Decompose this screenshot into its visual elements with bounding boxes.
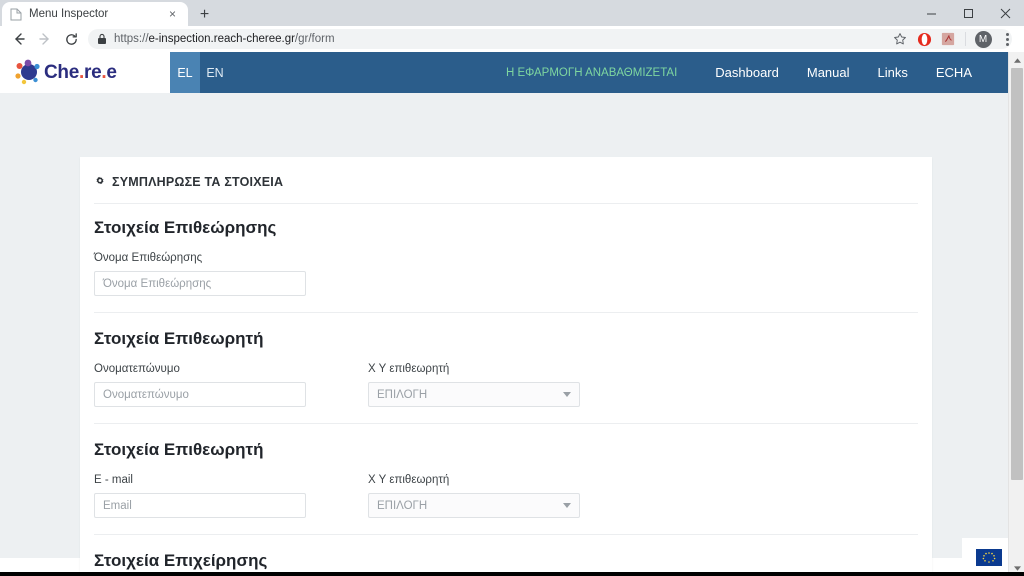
toolbar-actions: M bbox=[889, 26, 1018, 52]
url-path: /gr/form bbox=[294, 33, 335, 45]
field-inspection-name: Όνομα Επιθεώρησης Όνομα Επιθεώρησης bbox=[94, 252, 306, 296]
form-card: ΣΥΜΠΛΗΡΩΣΕ ΤΑ ΣΤΟΙΧΕΙΑ Στοιχεία Επιθεώρη… bbox=[80, 157, 932, 576]
section-title: Στοιχεία Επιθεώρησης bbox=[94, 218, 277, 237]
form-card-title: ΣΥΜΠΛΗΡΩΣΕ ΤΑ ΣΤΟΙΧΕΙΑ bbox=[112, 175, 284, 189]
lang-tab-el[interactable]: EL bbox=[170, 52, 200, 93]
lock-icon bbox=[97, 33, 107, 45]
window-bottom-edge bbox=[0, 572, 1024, 576]
avatar[interactable]: M bbox=[972, 28, 994, 50]
section-title: Στοιχεία Επιθεωρητή bbox=[94, 329, 264, 348]
inspection-name-input[interactable]: Όνομα Επιθεώρησης bbox=[94, 271, 306, 296]
section-inspector-1: Στοιχεία Επιθεωρητή Ονοματεπώνυμο Ονοματ… bbox=[94, 329, 918, 407]
browser-toolbar: https://e-inspection.reach-cheree.gr/gr/… bbox=[0, 26, 1024, 52]
gear-icon bbox=[94, 176, 106, 188]
section-title: Στοιχεία Επιθεωρητή bbox=[94, 440, 264, 459]
scroll-up-arrow[interactable] bbox=[1009, 52, 1024, 68]
maximize-button[interactable] bbox=[950, 0, 987, 26]
field-row: E - mail Email Χ Υ επιθεωρητή ΕΠΙΛΟΓΗ bbox=[94, 474, 918, 518]
url-scheme: https:// bbox=[114, 33, 149, 45]
url-text: https://e-inspection.reach-cheree.gr/gr/… bbox=[114, 33, 335, 45]
section-inspection: Στοιχεία Επιθεώρησης Όνομα Επιθεώρησης Ό… bbox=[94, 218, 918, 296]
chevron-down-icon bbox=[563, 503, 571, 508]
browser-window: Menu Inspector × + https://e-inspection.… bbox=[0, 0, 1024, 576]
select-value: ΕΠΙΛΟΓΗ bbox=[377, 499, 428, 512]
field-fullname: Ονοματεπώνυμο Ονοματεπώνυμο bbox=[94, 363, 306, 407]
eu-flag-icon bbox=[976, 548, 1002, 566]
toolbar-divider bbox=[965, 32, 966, 46]
nav-item-links[interactable]: Links bbox=[864, 52, 922, 93]
nav-item-dashboard[interactable]: Dashboard bbox=[701, 52, 793, 93]
header-divider bbox=[94, 203, 918, 204]
page-icon bbox=[10, 8, 22, 21]
section-divider-2 bbox=[94, 423, 918, 424]
star-icon[interactable] bbox=[889, 28, 911, 50]
field-label: Χ Υ επιθεωρητή bbox=[368, 363, 450, 375]
brand-text-2: re bbox=[83, 61, 102, 83]
forward-icon bbox=[32, 26, 58, 52]
field-email: E - mail Email bbox=[94, 474, 306, 518]
window-controls bbox=[913, 0, 1024, 26]
field-row: Όνομα Επιθεώρησης Όνομα Επιθεώρησης bbox=[94, 252, 918, 296]
language-tabs: EL EN bbox=[170, 52, 230, 93]
opera-extension-icon[interactable] bbox=[913, 28, 935, 50]
reload-icon[interactable] bbox=[58, 26, 84, 52]
tab-strip: Menu Inspector × + bbox=[0, 0, 1024, 26]
field-row: Ονοματεπώνυμο Ονοματεπώνυμο Χ Υ επιθεωρη… bbox=[94, 363, 918, 407]
brand-text-3: e bbox=[106, 61, 117, 83]
web-page: Che.re.e EL EN Η ΕΦΑΡΜΟΓΗ ΑΝΑΒΑΘΜΙΖΕΤΑΙ … bbox=[0, 52, 1008, 576]
page-viewport: Che.re.e EL EN Η ΕΦΑΡΜΟΓΗ ΑΝΑΒΑΘΜΙΖΕΤΑΙ … bbox=[0, 52, 1024, 576]
back-icon[interactable] bbox=[6, 26, 32, 52]
new-tab-button[interactable]: + bbox=[194, 4, 215, 25]
upgrade-notice: Η ΕΦΑΡΜΟΓΗ ΑΝΑΒΑΘΜΙΖΕΤΑΙ bbox=[505, 66, 678, 79]
inspector-xy-select-2[interactable]: ΕΠΙΛΟΓΗ bbox=[368, 493, 580, 518]
brand-text: Che.re.e bbox=[44, 62, 117, 84]
field-label: Ονοματεπώνυμο bbox=[94, 363, 180, 375]
field-label: Χ Υ επιθεωρητή bbox=[368, 474, 450, 486]
field-inspector-xy-1: Χ Υ επιθεωρητή ΕΠΙΛΟΓΗ bbox=[368, 363, 580, 407]
url-host: e-inspection.reach-cheree.gr bbox=[148, 33, 295, 45]
section-inspector-2: Στοιχεία Επιθεωρητή E - mail Email Χ Υ ε… bbox=[94, 440, 918, 518]
vertical-scrollbar[interactable] bbox=[1008, 52, 1024, 576]
pdf-extension-icon[interactable] bbox=[937, 28, 959, 50]
section-divider-1 bbox=[94, 312, 918, 313]
address-bar[interactable]: https://e-inspection.reach-cheree.gr/gr/… bbox=[88, 29, 1012, 49]
email-field[interactable]: Email bbox=[94, 493, 306, 518]
kebab-menu-icon[interactable] bbox=[996, 28, 1018, 50]
close-window-button[interactable] bbox=[987, 0, 1024, 26]
section-divider-3 bbox=[94, 534, 918, 535]
profile-initial: M bbox=[974, 30, 992, 48]
select-value: ΕΠΙΛΟΓΗ bbox=[377, 388, 428, 401]
field-inspector-xy-2: Χ Υ επιθεωρητή ΕΠΙΛΟΓΗ bbox=[368, 474, 580, 518]
brand-logo-area[interactable]: Che.re.e bbox=[0, 52, 170, 93]
inspector-xy-select-1[interactable]: ΕΠΙΛΟΓΗ bbox=[368, 382, 580, 407]
scrollbar-thumb[interactable] bbox=[1011, 68, 1023, 480]
minimize-button[interactable] bbox=[913, 0, 950, 26]
cheree-logo-icon bbox=[14, 59, 44, 87]
site-navbar: Che.re.e EL EN Η ΕΦΑΡΜΟΓΗ ΑΝΑΒΑΘΜΙΖΕΤΑΙ … bbox=[0, 52, 1008, 93]
section-title: Στοιχεία Επιχείρησης bbox=[94, 551, 268, 570]
chevron-down-icon bbox=[563, 392, 571, 397]
brand-text-1: Che bbox=[44, 61, 79, 83]
fullname-input[interactable]: Ονοματεπώνυμο bbox=[94, 382, 306, 407]
field-label: E - mail bbox=[94, 474, 133, 486]
nav-item-echa[interactable]: ECHA bbox=[922, 52, 986, 93]
tab-title: Menu Inspector bbox=[29, 8, 109, 20]
browser-tab[interactable]: Menu Inspector × bbox=[2, 2, 188, 26]
lang-tab-en[interactable]: EN bbox=[200, 52, 230, 93]
field-label: Όνομα Επιθεώρησης bbox=[94, 252, 203, 264]
form-card-header: ΣΥΜΠΛΗΡΩΣΕ ΤΑ ΣΤΟΙΧΕΙΑ bbox=[94, 175, 918, 203]
site-menu: Η ΕΦΑΡΜΟΓΗ ΑΝΑΒΑΘΜΙΖΕΤΑΙ Dashboard Manua… bbox=[506, 52, 1008, 93]
nav-item-manual[interactable]: Manual bbox=[793, 52, 864, 93]
close-icon[interactable]: × bbox=[165, 7, 180, 22]
